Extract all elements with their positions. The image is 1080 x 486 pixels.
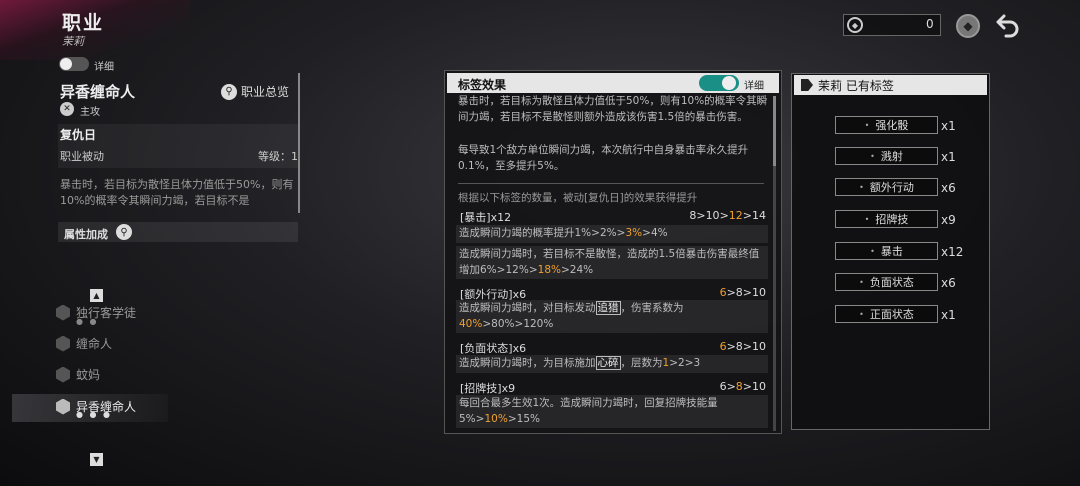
detail-toggle[interactable] <box>59 57 89 71</box>
class-rank-dots: ● ● ● <box>76 410 113 419</box>
scrollbar-thumb[interactable] <box>773 96 776 166</box>
class-emblem-icon <box>56 335 70 352</box>
panel-divider <box>298 73 300 213</box>
tag-icon[interactable]: ◆ <box>956 14 980 38</box>
skill-level: 等级：1 <box>258 150 298 163</box>
owned-tag-count: x1 <box>941 150 956 164</box>
keyword-badge[interactable]: 心碎 <box>595 356 621 370</box>
owned-tag-count: x9 <box>941 213 956 227</box>
owned-tag-item[interactable]: 招牌技 <box>835 210 938 228</box>
owned-tag-item[interactable]: 暴击 <box>835 242 938 260</box>
crossed-swords-icon: ✕ <box>60 102 74 116</box>
owned-tag-count: x1 <box>941 119 956 133</box>
detail-toggle-label: 详细 <box>94 62 114 73</box>
tag-thresholds: 6>8>10 <box>719 286 766 299</box>
effect-subdescription: 每导致1个敌方单位瞬间力竭，本次航行中自身暴击率永久提升0.1%，至多提升5%。 <box>458 144 749 172</box>
class-overview-label: 职业总览 <box>241 85 290 99</box>
class-list-item[interactable]: 蚊妈 <box>56 366 100 383</box>
tag-name: [招牌技]x9 <box>460 382 516 395</box>
tag-effect-text: 每回合最多生效1次。造成瞬间力竭时，回复招牌技能量5%>10%>15% <box>456 395 768 428</box>
effect-description: 暴击时，若目标为散怪且体力值低于50%，则有10%的概率令其瞬间力竭，若目标不是… <box>458 95 768 123</box>
owned-tag-count: x12 <box>941 245 964 259</box>
tag-effects-title: 标签效果 <box>458 78 507 92</box>
class-list-item[interactable]: 缠命人 <box>56 335 112 352</box>
owned-tag-count: x6 <box>941 276 956 290</box>
tag-thresholds: 6>8>10 <box>719 380 766 393</box>
class-rank-dots: ● ● <box>76 317 99 326</box>
tag-name: [暴击]x12 <box>460 211 512 224</box>
detail-toggle-label: 详细 <box>744 81 764 92</box>
class-emblem-icon <box>56 366 70 383</box>
owned-tag-item[interactable]: 溅射 <box>835 147 938 165</box>
divider <box>458 183 764 184</box>
page-title: 职业 <box>62 12 105 34</box>
tag-row-header: [暴击]x12 8>10>12>14 <box>458 208 768 224</box>
class-list-label: 缠命人 <box>76 337 113 351</box>
class-name: 异香缠命人 <box>60 83 136 101</box>
class-overview-button[interactable]: ⚲ 职业总览 <box>221 83 289 100</box>
owned-tag-count: x6 <box>941 181 956 195</box>
owned-tag-item[interactable]: 负面状态 <box>835 273 938 291</box>
owned-tag-item[interactable]: 强化骰 <box>835 116 938 134</box>
tag-effect-text: 造成瞬间力竭时，为目标施加 心碎 ，层数为1>2>3 <box>456 355 768 373</box>
tag-name: [负面状态]x6 <box>460 342 527 355</box>
class-emblem-icon <box>56 304 70 321</box>
tag-effect-text: 造成瞬间力竭时，若目标不是散怪，造成的1.5倍暴击伤害最终值增加6%>12%>1… <box>456 246 768 279</box>
skill-description: 暴击时，若目标为散怪且体力值低于50%，则有10%的概率令其瞬间力竭，若目标不是 <box>60 178 294 207</box>
owned-tag-item[interactable]: 额外行动 <box>835 178 938 196</box>
boost-intro: 根据以下标签的数量，被动[复仇日]的效果获得提升 <box>458 192 698 204</box>
class-emblem-icon <box>56 398 70 415</box>
class-list-label: 蚊妈 <box>76 368 101 382</box>
tag-thresholds: 6>8>10 <box>719 340 766 353</box>
keyword-badge[interactable]: 追猎 <box>595 301 621 315</box>
detail-toggle[interactable] <box>699 75 739 91</box>
attribute-bonus-label: 属性加成 <box>64 228 108 241</box>
back-arrow-icon[interactable] <box>992 10 1022 40</box>
tag-row-header: [额外行动]x6 6>8>10 <box>458 285 768 301</box>
owned-tag-item[interactable]: 正面状态 <box>835 305 938 323</box>
coin-icon: ◆ <box>847 17 863 33</box>
character-name: 茉莉 <box>62 35 84 48</box>
tag-effect-text: 造成瞬间力竭的概率提升1%>2%>3%>4% <box>456 225 768 243</box>
skill-type: 职业被动 <box>60 150 104 163</box>
magnifier-icon[interactable]: ⚲ <box>116 224 132 240</box>
skill-name: 复仇日 <box>60 128 97 142</box>
tag-effect-text: 造成瞬间力竭时，对目标发动 追猎 ，伤害系数为40%>80%>120% <box>456 300 768 333</box>
tag-row-header: [负面状态]x6 6>8>10 <box>458 339 768 355</box>
currency-value: 0 <box>926 17 934 31</box>
scroll-down-icon[interactable]: ▼ <box>90 453 103 466</box>
role-label: 主攻 <box>80 107 100 118</box>
tag-thresholds: 8>10>12>14 <box>689 209 766 222</box>
magnifier-icon: ⚲ <box>221 83 237 100</box>
tag-row-header: [招牌技]x9 6>8>10 <box>458 379 768 395</box>
owned-tags-title: 茉莉 已有标签 <box>818 79 894 93</box>
scroll-up-icon[interactable]: ▲ <box>90 289 103 302</box>
owned-tag-count: x1 <box>941 308 956 322</box>
